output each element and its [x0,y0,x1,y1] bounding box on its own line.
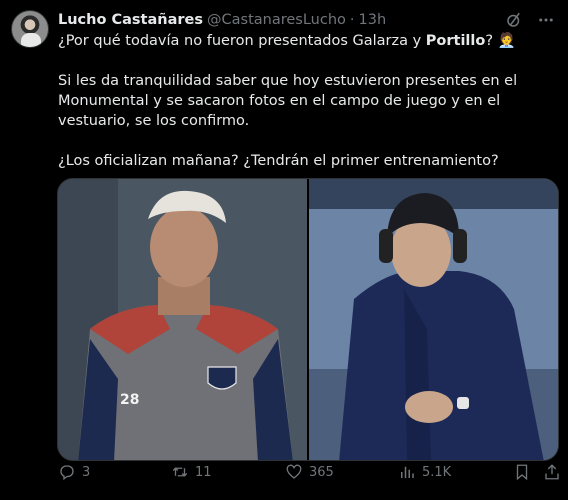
retweet-button[interactable]: 11 [171,463,212,481]
bookmark-button[interactable] [513,463,531,481]
photo-player-portillo[interactable] [309,179,558,460]
separator: · [349,12,355,28]
media-grid: 28 [57,178,559,461]
bold-name: Portillo [425,33,486,49]
like-button[interactable]: 365 [285,463,334,481]
photo-player-galarza[interactable]: 28 [58,179,307,460]
heart-icon [286,464,302,479]
retweet-icon [172,467,188,477]
timestamp[interactable]: 13h [359,12,387,28]
tweet-paragraph-2: Si les da tranquilidad saber que hoy est… [58,73,518,129]
tweet[interactable]: Lucho Castañares @CastanaresLucho · 13h … [0,0,568,500]
grok-icon[interactable] [504,10,524,30]
reply-icon [60,465,74,481]
share-icon [545,464,559,480]
tweet-header: Lucho Castañares @CastanaresLucho · 13h [58,10,386,30]
retweet-count: 11 [195,464,212,480]
views-icon [401,466,414,478]
views-button[interactable]: 5.1K [398,463,451,481]
tweet-text: ¿Por qué todavía no fueron presentados G… [58,31,558,191]
reply-count: 3 [82,464,91,480]
reply-button[interactable]: 3 [58,463,90,481]
avatar[interactable] [11,10,49,48]
share-button[interactable] [543,463,561,481]
tweet-paragraph-3: ¿Los oficializan mañana? ¿Tendrán el pri… [58,153,499,169]
jersey-number: 28 [120,392,139,408]
views-count: 5.1K [422,464,452,480]
like-count: 365 [309,464,334,480]
tweet-top-icons [504,10,556,30]
tweet-paragraph-1: ¿Por qué todavía no fueron presentados G… [58,33,516,49]
more-options-icon[interactable] [536,10,556,30]
bookmark-icon [516,464,528,481]
author-handle[interactable]: @CastanaresLucho [207,12,346,28]
author-name[interactable]: Lucho Castañares [58,12,203,28]
